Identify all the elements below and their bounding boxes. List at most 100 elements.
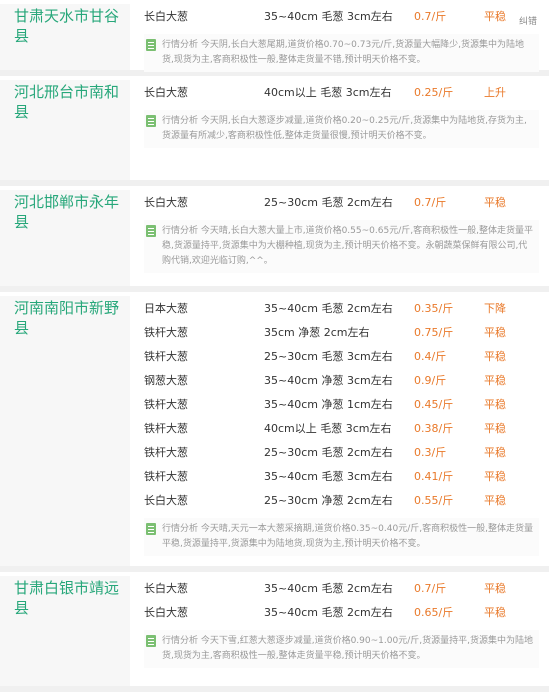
product-name: 长白大葱 — [144, 10, 188, 23]
price-trend: 平稳 — [484, 350, 506, 363]
product-price: 0.65/斤 — [414, 606, 454, 619]
market-analysis: 行情分析 今天晴,长白大葱大量上市,道货价格0.55~0.65元/斤,客商积极性… — [144, 220, 539, 273]
price-row: 钢葱大葱 35~40cm 净葱 3cm左右 0.9/斤 平稳 — [144, 368, 539, 392]
price-row: 铁杆大葱 40cm以上 毛葱 3cm左右 0.38/斤 平稳 — [144, 416, 539, 440]
price-row: 铁杆大葱 35cm 净葱 2cm左右 0.75/斤 平稳 — [144, 320, 539, 344]
product-price: 0.7/斤 — [414, 196, 447, 209]
product-price: 0.25/斤 — [414, 86, 454, 99]
price-trend: 平稳 — [484, 374, 506, 387]
price-trend: 平稳 — [484, 494, 506, 507]
product-name: 长白大葱 — [144, 196, 188, 209]
price-trend: 平稳 — [484, 10, 506, 23]
region-block: 甘肃白银市靖远县 长白大葱 35~40cm 毛葱 2cm左右 0.7/斤 平稳 长白大葱 3… — [0, 572, 549, 692]
region-block: 甘肃天水市甘谷县 纠错 长白大葱 35~40cm 毛葱 3cm左右 0.7/斤 平稳行情分… — [0, 0, 549, 76]
price-row: 长白大葱 25~30cm 净葱 2cm左右 0.55/斤 平稳 — [144, 488, 539, 512]
price-trend: 平稳 — [484, 470, 506, 483]
price-row: 铁杆大葱 35~40cm 净葱 1cm左右 0.45/斤 平稳 — [144, 392, 539, 416]
market-analysis: 行情分析 今天阴,长白大葱尾期,道货价格0.70~0.73元/斤,货源量大幅降少… — [144, 34, 539, 72]
document-icon — [146, 635, 156, 647]
product-spec: 35~40cm 毛葱 2cm左右 — [264, 606, 393, 619]
analysis-text: 行情分析 今天晴,长白大葱大量上市,道货价格0.55~0.65元/斤,客商积极性… — [162, 226, 533, 266]
product-spec: 35~40cm 毛葱 3cm左右 — [264, 10, 393, 23]
region-block: 河北邢台市南和县 长白大葱 40cm以上 毛葱 3cm左右 0.25/斤 上升行情分析 … — [0, 76, 549, 186]
price-row: 日本大葱 35~40cm 毛葱 2cm左右 0.35/斤 下降 — [144, 296, 539, 320]
region-block: 河南南阳市新野县 日本大葱 35~40cm 毛葱 2cm左右 0.35/斤 下降铁杆大葱… — [0, 292, 549, 572]
price-row: 铁杆大葱 25~30cm 毛葱 3cm左右 0.4/斤 平稳 — [144, 344, 539, 368]
product-spec: 25~30cm 毛葱 2cm左右 — [264, 446, 393, 459]
analysis-text: 行情分析 今天下雪,红葱大葱逐步减量,道货价格0.90~1.00元/斤,货源量持… — [162, 636, 533, 661]
market-analysis: 行情分析 今天阴,长白大葱逐步减量,道货价格0.20~0.25元/斤,货源集中为… — [144, 110, 539, 148]
price-trend: 平稳 — [484, 422, 506, 435]
product-price: 0.4/斤 — [414, 350, 447, 363]
product-name: 长白大葱 — [144, 494, 188, 507]
region-detail: 纠错 长白大葱 35~40cm 毛葱 3cm左右 0.7/斤 平稳行情分析 今天阴,长白… — [130, 4, 549, 72]
region-detail: 长白大葱 25~30cm 毛葱 2cm左右 0.7/斤 平稳行情分析 今天晴,长白大葱… — [130, 190, 549, 286]
price-trend: 平稳 — [484, 196, 506, 209]
region-block: 河北邯郸市永年县 长白大葱 25~30cm 毛葱 2cm左右 0.7/斤 平稳行情分析 … — [0, 186, 549, 292]
product-price: 0.7/斤 — [414, 10, 447, 23]
product-price: 0.45/斤 — [414, 398, 454, 411]
product-name: 长白大葱 — [144, 582, 188, 595]
document-icon — [146, 225, 156, 237]
analysis-text: 行情分析 今天阴,长白大葱尾期,道货价格0.70~0.73元/斤,货源量大幅降少… — [162, 40, 524, 65]
product-spec: 25~30cm 毛葱 3cm左右 — [264, 350, 393, 363]
product-spec: 40cm以上 毛葱 3cm左右 — [264, 422, 392, 435]
price-trend: 平稳 — [484, 446, 506, 459]
product-spec: 35~40cm 净葱 1cm左右 — [264, 398, 393, 411]
error-report-link[interactable]: 纠错 — [519, 14, 537, 27]
region-title[interactable]: 甘肃天水市甘谷县 — [0, 4, 130, 70]
product-spec: 25~30cm 净葱 2cm左右 — [264, 494, 393, 507]
market-list: 甘肃天水市甘谷县 纠错 长白大葱 35~40cm 毛葱 3cm左右 0.7/斤 平稳 行情分… — [0, 0, 549, 692]
product-price: 0.75/斤 — [414, 326, 454, 339]
product-spec: 35cm 净葱 2cm左右 — [264, 326, 370, 339]
product-price: 0.7/斤 — [414, 582, 447, 595]
analysis-text: 行情分析 今天阴,长白大葱逐步减量,道货价格0.20~0.25元/斤,货源集中为… — [162, 116, 527, 141]
price-trend: 下降 — [484, 302, 506, 315]
product-spec: 35~40cm 毛葱 2cm左右 — [264, 582, 393, 595]
region-detail: 长白大葱 35~40cm 毛葱 2cm左右 0.7/斤 平稳 长白大葱 35~40cm 毛… — [130, 576, 549, 686]
price-row: 铁杆大葱 35~40cm 毛葱 3cm左右 0.41/斤 平稳 — [144, 464, 539, 488]
product-spec: 35~40cm 毛葱 2cm左右 — [264, 302, 393, 315]
price-trend: 平稳 — [484, 582, 506, 595]
price-row: 长白大葱 35~40cm 毛葱 3cm左右 0.7/斤 平稳 — [144, 4, 539, 28]
market-analysis: 行情分析 今天下雪,红葱大葱逐步减量,道货价格0.90~1.00元/斤,货源量持… — [144, 630, 539, 668]
product-spec: 35~40cm 净葱 3cm左右 — [264, 374, 393, 387]
price-trend: 上升 — [484, 86, 506, 99]
product-price: 0.35/斤 — [414, 302, 454, 315]
product-name: 铁杆大葱 — [144, 350, 188, 363]
product-name: 铁杆大葱 — [144, 446, 188, 459]
market-analysis: 行情分析 今天晴,天元一本大葱采摘期,道货价格0.35~0.40元/斤,客商积极… — [144, 518, 539, 556]
document-icon — [146, 39, 156, 51]
price-trend: 平稳 — [484, 398, 506, 411]
product-price: 0.3/斤 — [414, 446, 447, 459]
product-name: 铁杆大葱 — [144, 422, 188, 435]
price-row: 长白大葱 40cm以上 毛葱 3cm左右 0.25/斤 上升 — [144, 80, 539, 104]
product-name: 长白大葱 — [144, 606, 188, 619]
product-price: 0.55/斤 — [414, 494, 454, 507]
price-trend: 平稳 — [484, 606, 506, 619]
region-detail: 长白大葱 40cm以上 毛葱 3cm左右 0.25/斤 上升行情分析 今天阴,长白大葱… — [130, 80, 549, 180]
price-trend: 平稳 — [484, 326, 506, 339]
region-title[interactable]: 河北邯郸市永年县 — [0, 190, 130, 286]
price-row: 铁杆大葱 25~30cm 毛葱 2cm左右 0.3/斤 平稳 — [144, 440, 539, 464]
analysis-text: 行情分析 今天晴,天元一本大葱采摘期,道货价格0.35~0.40元/斤,客商积极… — [162, 524, 533, 549]
product-spec: 35~40cm 毛葱 3cm左右 — [264, 470, 393, 483]
price-row: 长白大葱 35~40cm 毛葱 2cm左右 0.65/斤 平稳 — [144, 600, 539, 624]
document-icon — [146, 523, 156, 535]
product-price: 0.9/斤 — [414, 374, 447, 387]
product-price: 0.41/斤 — [414, 470, 454, 483]
product-name: 铁杆大葱 — [144, 470, 188, 483]
product-name: 日本大葱 — [144, 302, 188, 315]
region-title[interactable]: 河南南阳市新野县 — [0, 296, 130, 566]
product-spec: 40cm以上 毛葱 3cm左右 — [264, 86, 392, 99]
region-title[interactable]: 甘肃白银市靖远县 — [0, 576, 130, 686]
region-detail: 日本大葱 35~40cm 毛葱 2cm左右 0.35/斤 下降铁杆大葱 35cm 净葱 … — [130, 296, 549, 566]
product-spec: 25~30cm 毛葱 2cm左右 — [264, 196, 393, 209]
product-name: 铁杆大葱 — [144, 398, 188, 411]
product-name: 钢葱大葱 — [144, 374, 188, 387]
product-name: 铁杆大葱 — [144, 326, 188, 339]
price-row: 长白大葱 25~30cm 毛葱 2cm左右 0.7/斤 平稳 — [144, 190, 539, 214]
product-name: 长白大葱 — [144, 86, 188, 99]
region-title[interactable]: 河北邢台市南和县 — [0, 80, 130, 180]
document-icon — [146, 115, 156, 127]
